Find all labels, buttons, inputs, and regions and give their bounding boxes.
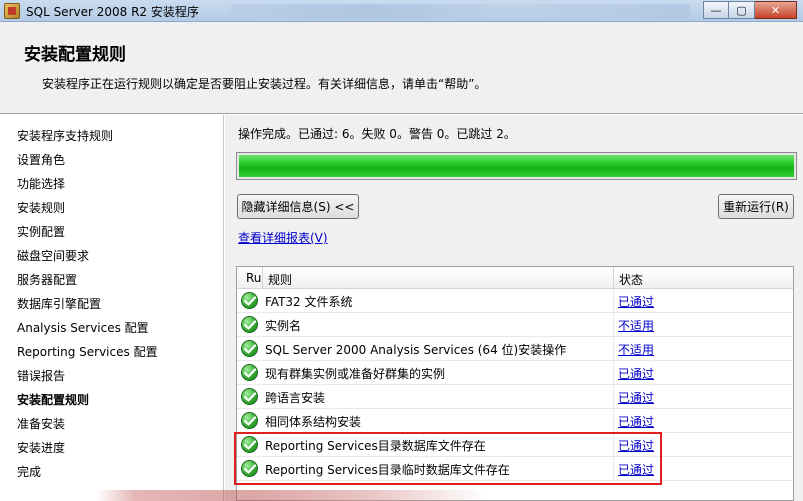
- table-row[interactable]: 实例名 不适用: [237, 313, 793, 337]
- column-divider: [613, 409, 614, 433]
- rule-status-link[interactable]: 已通过: [618, 461, 654, 478]
- rule-status-link[interactable]: 不适用: [618, 341, 654, 358]
- page-title: 安装配置规则: [24, 45, 126, 65]
- blurred-title-overlay: [230, 4, 690, 18]
- cropped-background-text: [96, 490, 486, 501]
- step-navigation: 安装程序支持规则 设置角色 功能选择 安装规则 实例配置 磁盘空间要求 服务器配…: [0, 115, 224, 501]
- sql-server-app-icon: [4, 3, 20, 19]
- close-button[interactable]: ✕: [755, 1, 797, 19]
- nav-item-error-reporting[interactable]: 错误报告: [17, 367, 65, 384]
- view-detailed-report-link[interactable]: 查看详细报表(V): [238, 229, 328, 246]
- minimize-button[interactable]: —: [703, 1, 729, 19]
- nav-item-installation-progress[interactable]: 安装进度: [17, 439, 65, 456]
- column-divider[interactable]: [613, 267, 614, 289]
- window-controls: — ▢ ✕: [703, 1, 797, 19]
- progress-bar: [236, 152, 797, 180]
- column-header-ru[interactable]: Ru: [246, 271, 261, 285]
- nav-item-instance-configuration[interactable]: 实例配置: [17, 223, 65, 240]
- rerun-button[interactable]: 重新运行(R): [718, 194, 794, 219]
- table-row[interactable]: 跨语言安装 已通过: [237, 385, 793, 409]
- rule-status-link[interactable]: 已通过: [618, 293, 654, 310]
- rule-name: Reporting Services目录临时数据库文件存在: [265, 463, 510, 477]
- check-icon: [241, 340, 258, 357]
- window-title: SQL Server 2008 R2 安装程序: [26, 5, 199, 19]
- rule-name: 相同体系结构安装: [265, 415, 362, 429]
- column-divider: [613, 313, 614, 337]
- table-header: Ru 规则 状态: [237, 267, 793, 289]
- table-row[interactable]: FAT32 文件系统 已通过: [237, 289, 793, 313]
- table-row[interactable]: Reporting Services目录临时数据库文件存在 已通过: [237, 457, 793, 481]
- nav-item-complete[interactable]: 完成: [17, 463, 41, 480]
- table-row[interactable]: 现有群集实例或准备好群集的实例 已通过: [237, 361, 793, 385]
- rule-name: 实例名: [265, 319, 302, 333]
- rule-name: Reporting Services目录数据库文件存在: [265, 439, 486, 453]
- rule-status-link[interactable]: 已通过: [618, 413, 654, 430]
- check-icon: [241, 460, 258, 477]
- nav-item-setup-role[interactable]: 设置角色: [17, 151, 65, 168]
- column-divider: [613, 433, 614, 457]
- column-header-rule[interactable]: 规则: [268, 271, 292, 288]
- check-icon: [241, 388, 258, 405]
- progress-fill: [239, 155, 794, 177]
- column-divider: [613, 361, 614, 385]
- rules-table: Ru 规则 状态 FAT32 文件系统 已通过 实例名 不适用 SQL Server 2…: [236, 266, 794, 501]
- nav-item-ready-to-install[interactable]: 准备安装: [17, 415, 65, 432]
- check-icon: [241, 364, 258, 381]
- hide-details-button[interactable]: 隐藏详细信息(S) <<: [237, 194, 359, 219]
- page-subtitle: 安装程序正在运行规则以确定是否要阻止安装过程。有关详细信息，请单击“帮助”。: [42, 77, 487, 91]
- rule-name: 现有群集实例或准备好群集的实例: [265, 367, 446, 381]
- nav-item-feature-selection[interactable]: 功能选择: [17, 175, 65, 192]
- rule-name: 跨语言安装: [265, 391, 326, 405]
- nav-item-database-engine[interactable]: 数据库引擎配置: [17, 295, 101, 312]
- rule-name: FAT32 文件系统: [265, 295, 353, 309]
- check-icon: [241, 292, 258, 309]
- nav-item-installation-configuration-rules[interactable]: 安装配置规则: [17, 391, 89, 408]
- page-header: 安装配置规则 安装程序正在运行规则以确定是否要阻止安装过程。有关详细信息，请单击…: [0, 22, 803, 114]
- rule-status-link[interactable]: 已通过: [618, 437, 654, 454]
- table-row[interactable]: 相同体系结构安装 已通过: [237, 409, 793, 433]
- check-icon: [241, 436, 258, 453]
- rule-status-link[interactable]: 不适用: [618, 317, 654, 334]
- nav-item-setup-support-rules[interactable]: 安装程序支持规则: [17, 127, 113, 144]
- rule-status-link[interactable]: 已通过: [618, 389, 654, 406]
- operation-status: 操作完成。已通过: 6。失败 0。警告 0。已跳过 2。: [238, 127, 516, 141]
- column-divider: [613, 337, 614, 361]
- check-icon: [241, 412, 258, 429]
- nav-item-analysis-services[interactable]: Analysis Services 配置: [17, 319, 149, 336]
- column-header-status[interactable]: 状态: [619, 271, 643, 288]
- rule-status-link[interactable]: 已通过: [618, 365, 654, 382]
- table-row[interactable]: SQL Server 2000 Analysis Services (64 位)…: [237, 337, 793, 361]
- check-icon: [241, 316, 258, 333]
- rule-name: SQL Server 2000 Analysis Services (64 位)…: [265, 343, 567, 357]
- nav-item-disk-space[interactable]: 磁盘空间要求: [17, 247, 89, 264]
- column-divider: [613, 457, 614, 481]
- column-divider: [613, 289, 614, 313]
- column-divider: [613, 385, 614, 409]
- main-panel: 操作完成。已通过: 6。失败 0。警告 0。已跳过 2。 隐藏详细信息(S) <…: [225, 115, 803, 501]
- maximize-button[interactable]: ▢: [729, 1, 755, 19]
- table-row[interactable]: Reporting Services目录数据库文件存在 已通过: [237, 433, 793, 457]
- nav-item-reporting-services[interactable]: Reporting Services 配置: [17, 343, 158, 360]
- column-divider[interactable]: [262, 267, 263, 289]
- nav-item-server-configuration[interactable]: 服务器配置: [17, 271, 77, 288]
- title-bar[interactable]: SQL Server 2008 R2 安装程序 — ▢ ✕: [0, 0, 803, 22]
- nav-item-installation-rules[interactable]: 安装规则: [17, 199, 65, 216]
